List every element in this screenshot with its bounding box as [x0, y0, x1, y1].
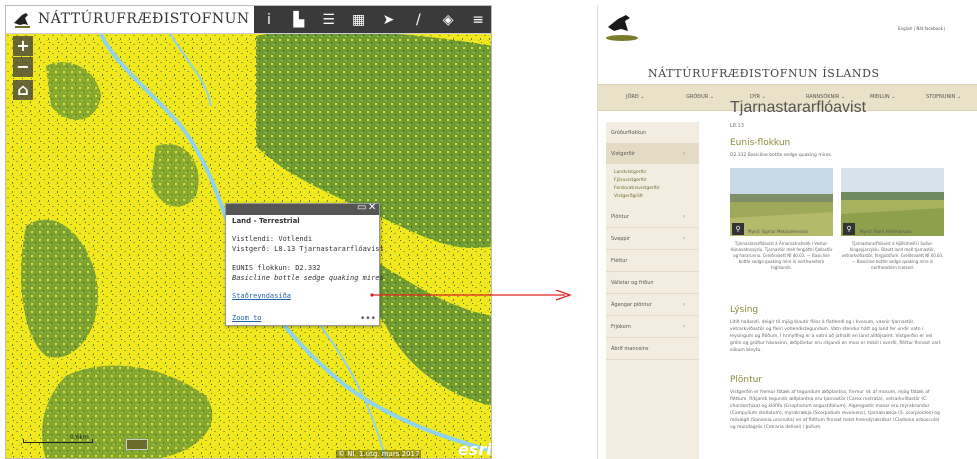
sidebar-sub-landvistgerdir[interactable]: Landvistgerðir: [614, 170, 646, 175]
habitat-code: L8.13: [730, 123, 744, 129]
plontur-text: Vistgerðin er fremur fátæk af tegundum æ…: [730, 390, 940, 430]
photo-caption: Tjarnastararflóavist á Hjöltsheiði í Suð…: [841, 241, 944, 270]
chevron-right-icon: ›: [682, 323, 685, 330]
photo-caption: Tjarnastararflóavist á Árnarvatnsheiði í…: [730, 241, 833, 270]
maximize-icon[interactable]: ▭: [357, 202, 366, 213]
list-icon[interactable]: ☰: [318, 9, 340, 31]
nav-jord[interactable]: JÖRÐ ⌄: [626, 94, 645, 100]
habitat-photo-1[interactable]: [730, 168, 833, 236]
menu-icon[interactable]: ≡: [467, 9, 489, 31]
popup-header: ▭ ✕: [226, 202, 379, 215]
nav-stofnunin[interactable]: STOFNUNIN ⌄: [926, 94, 961, 100]
chevron-right-icon: ›: [682, 150, 685, 157]
popup-title: Land - Terrestrial: [232, 217, 300, 225]
photo-credit: Mynd: Starri Heiðmarsson: [860, 229, 912, 234]
map-viewer[interactable]: NÁTTÚRUFRÆÐISTOFNUN ÍSLANDS i ▙ ☰ ▦ ➤ / …: [5, 5, 492, 459]
sidebar-item-agengar-plontur[interactable]: Ágengar plöntur ›: [606, 294, 699, 316]
zoom-in-button[interactable]: +: [13, 36, 33, 56]
pointer-icon[interactable]: ➤: [377, 9, 399, 31]
nav-midlun[interactable]: MIÐLUN ⌄: [870, 94, 895, 100]
eunis-heading: Eunis-flokkun: [730, 138, 791, 148]
draw-icon[interactable]: /: [407, 9, 429, 31]
popup-eunis-name: Basicline bottle sedge quaking mires: [232, 274, 384, 282]
map-header: NÁTTÚRUFRÆÐISTOFNUN ÍSLANDS i ▙ ☰ ▦ ➤ / …: [6, 6, 491, 34]
sidebar: Gróðurflokkun Vistgerðir › Landvistgerðir…: [606, 122, 699, 459]
sidebar-item-abrif-mannsins[interactable]: Ábrif mannsins: [606, 338, 699, 360]
factsheet-webpage: NÁTTÚRUFRÆÐISTOFNUN ÍSLANDS English | Ná…: [597, 5, 977, 459]
grid-icon[interactable]: ▦: [348, 9, 370, 31]
zoom-out-button[interactable]: −: [13, 57, 33, 77]
info-icon[interactable]: i: [258, 9, 280, 31]
map-toolbar: i ▙ ☰ ▦ ➤ / ◈ ≡: [254, 6, 491, 33]
zoom-photo-icon[interactable]: ⚲: [732, 223, 744, 235]
more-options-icon[interactable]: •••: [360, 314, 376, 324]
site-title: NÁTTÚRUFRÆÐISTOFNUN ÍSLANDS: [648, 67, 880, 80]
nav-grodur[interactable]: GRÓÐUR ⌄: [686, 94, 714, 100]
factsheet-link[interactable]: Staðreyndasíða: [232, 292, 291, 300]
chevron-right-icon: ›: [682, 301, 685, 308]
photo-credit: Mynd: Sigmar Metúsalemsson: [748, 229, 809, 234]
layers-icon[interactable]: ◈: [437, 9, 459, 31]
plontur-heading: Plöntur: [730, 375, 763, 385]
bird-logo-icon: [606, 15, 638, 41]
lysing-heading: Lýsing: [730, 305, 759, 315]
sidebar-sub-vistgerdgrolt[interactable]: Vistgerðgrölt: [614, 194, 643, 199]
scale-bar: [23, 439, 93, 443]
sidebar-item-vistgerdir[interactable]: Vistgerðir ›: [606, 144, 699, 164]
popup-habitat-type: Vistgerð: L8.13 Tjarnastararflóavist: [232, 245, 384, 253]
sidebar-item-flettur[interactable]: Fléttur: [606, 250, 699, 272]
esri-logo: esri: [458, 440, 492, 459]
eunis-text: D2.332 Basicline bottle sedge quaking mi…: [730, 153, 833, 158]
close-icon[interactable]: ✕: [368, 202, 376, 213]
sidebar-item-grodurflokkun[interactable]: Gróðurflokkun: [606, 122, 699, 144]
home-icon[interactable]: ⌂: [13, 80, 33, 100]
zoom-photo-icon[interactable]: ⚲: [843, 223, 855, 235]
identify-popup: ▭ ✕ Land - Terrestrial Vistlendi: Votlen…: [225, 202, 384, 326]
popup-habitat-class: Vistlendi: Votlendi: [232, 235, 313, 243]
sidebar-item-frjokorn[interactable]: Frjókorn ›: [606, 316, 699, 338]
popup-eunis-code: EUNIS flokkun: D2.332: [232, 264, 321, 272]
page-title: Tjarnastararflóavist: [730, 99, 867, 116]
map-attribution: © NÍ, 1.útg. mars 2017: [336, 450, 422, 458]
sidebar-item-valistar[interactable]: Válistar og friðun: [606, 272, 699, 294]
zoom-to-link[interactable]: Zoom to: [232, 314, 262, 322]
lysing-text: Lítið hallandi, deigir til mjög blautir …: [730, 320, 941, 353]
bookmark-icon[interactable]: ▙: [288, 9, 310, 31]
chevron-right-icon: ›: [682, 235, 685, 242]
map-bottom-tools[interactable]: [126, 439, 148, 450]
sidebar-sub-ferskvatnsvistgerdir[interactable]: Ferskvatnsvistgerðir: [614, 186, 660, 191]
arrow-icon: [370, 290, 572, 301]
sidebar-item-plontur[interactable]: Plöntur ›: [606, 206, 699, 228]
sidebar-sub-fjoruvistgerdir[interactable]: Fjöruvistgerðir: [614, 178, 647, 183]
bird-logo-icon: [14, 13, 30, 28]
habitat-photo-2[interactable]: [841, 168, 944, 236]
top-links[interactable]: English | Nát.facebook |: [898, 26, 946, 31]
chevron-right-icon: ›: [682, 213, 685, 220]
sidebar-item-sveppir[interactable]: Sveppir ›: [606, 228, 699, 250]
